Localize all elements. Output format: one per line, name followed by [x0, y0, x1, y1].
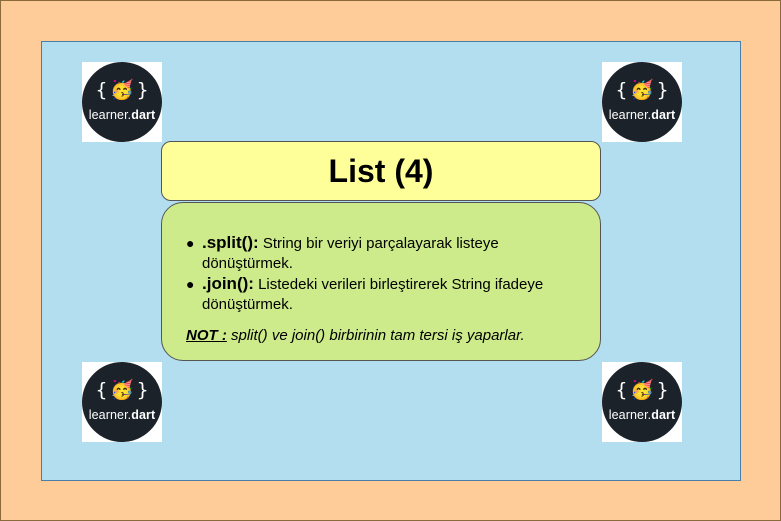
- brace-open-icon: {: [615, 378, 628, 401]
- bullet-icon: ●: [186, 276, 195, 292]
- learner-dart-logo: {🥳} learner.dart: [602, 62, 682, 142]
- list-item: ● .join(): Listedeki verileri birleştire…: [186, 274, 580, 315]
- logo-brand-suffix: dart: [131, 408, 156, 422]
- party-face-icon: 🥳: [630, 78, 654, 101]
- learner-dart-logo: {🥳} learner.dart: [82, 362, 162, 442]
- page-title: List (4): [328, 152, 434, 189]
- method-name: .split():: [202, 233, 259, 252]
- logo-icon-row: {🥳}: [602, 378, 682, 401]
- page-background: {🥳} learner.dart {🥳} learner.dart {🥳} le…: [0, 0, 781, 521]
- logo-circle: {🥳} learner.dart: [602, 362, 682, 442]
- brace-close-icon: }: [656, 78, 669, 101]
- learner-dart-logo: {🥳} learner.dart: [602, 362, 682, 442]
- logo-icon-row: {🥳}: [602, 78, 682, 101]
- logo-icon-row: {🥳}: [82, 78, 162, 101]
- logo-brand-text: learner.dart: [82, 408, 162, 422]
- learner-dart-logo: {🥳} learner.dart: [82, 62, 162, 142]
- method-list: ● .split(): String bir veriyi parçalayar…: [186, 233, 580, 315]
- logo-brand-suffix: dart: [651, 108, 676, 122]
- logo-circle: {🥳} learner.dart: [82, 62, 162, 142]
- party-face-icon: 🥳: [110, 78, 134, 101]
- party-face-icon: 🥳: [630, 378, 654, 401]
- method-description: Listedeki verileri birleştirerek String …: [202, 276, 544, 313]
- method-name: .join():: [202, 274, 254, 293]
- brace-close-icon: }: [656, 378, 669, 401]
- logo-brand-text: learner.dart: [602, 408, 682, 422]
- logo-brand-prefix: learner.: [88, 108, 132, 122]
- brace-close-icon: }: [136, 378, 149, 401]
- logo-brand-prefix: learner.: [88, 408, 132, 422]
- logo-brand-prefix: learner.: [608, 408, 652, 422]
- brace-close-icon: }: [136, 78, 149, 101]
- brace-open-icon: {: [615, 78, 628, 101]
- note-body: split() ve join() birbirinin tam tersi i…: [226, 327, 525, 344]
- brace-open-icon: {: [95, 78, 108, 101]
- bullet-icon: ●: [186, 235, 195, 251]
- logo-circle: {🥳} learner.dart: [82, 362, 162, 442]
- content-box: ● .split(): String bir veriyi parçalayar…: [161, 202, 601, 361]
- logo-brand-suffix: dart: [651, 408, 676, 422]
- party-face-icon: 🥳: [110, 378, 134, 401]
- note-label: NOT :: [186, 327, 227, 344]
- title-box: List (4): [161, 141, 601, 201]
- logo-brand-prefix: learner.: [608, 108, 652, 122]
- list-item: ● .split(): String bir veriyi parçalayar…: [186, 233, 580, 274]
- logo-circle: {🥳} learner.dart: [602, 62, 682, 142]
- logo-brand-suffix: dart: [131, 108, 156, 122]
- note-text: NOT : split() ve join() birbirinin tam t…: [186, 327, 580, 344]
- logo-icon-row: {🥳}: [82, 378, 162, 401]
- logo-brand-text: learner.dart: [602, 108, 682, 122]
- logo-brand-text: learner.dart: [82, 108, 162, 122]
- brace-open-icon: {: [95, 378, 108, 401]
